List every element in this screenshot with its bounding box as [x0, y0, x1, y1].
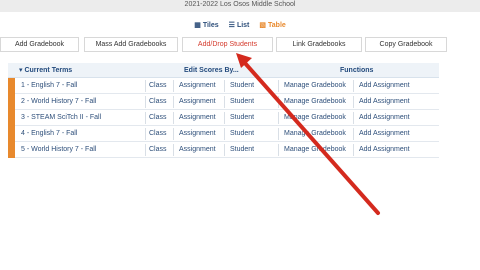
- divider: [224, 96, 225, 108]
- table-row: 5 - World History 7 - Fall Class Assignm…: [8, 142, 439, 158]
- row-status-stripe: [8, 94, 15, 110]
- view-toggle: ▦ Tiles ☰ List ▧ Table: [0, 19, 480, 31]
- divider: [145, 80, 146, 92]
- edit-by-student-link[interactable]: Student: [230, 94, 254, 110]
- table-icon: ▧: [259, 22, 267, 29]
- current-terms-header[interactable]: ▾ Current Terms: [19, 63, 72, 78]
- edit-by-student-link[interactable]: Student: [230, 142, 254, 158]
- row-status-stripe: [8, 142, 15, 158]
- edit-by-class-link[interactable]: Class: [149, 78, 167, 94]
- divider: [173, 128, 174, 140]
- divider: [353, 96, 354, 108]
- divider: [145, 96, 146, 108]
- mass-add-gradebooks-button[interactable]: Mass Add Gradebooks: [84, 37, 178, 52]
- edit-by-assignment-link[interactable]: Assignment: [179, 94, 216, 110]
- manage-gradebook-link[interactable]: Manage Gradebook: [284, 94, 346, 110]
- term-link[interactable]: 3 - STEAM SciTch II - Fall: [21, 110, 101, 126]
- divider: [353, 80, 354, 92]
- school-title: 2021-2022 Los Osos Middle School: [184, 1, 296, 8]
- divider: [173, 144, 174, 156]
- add-assignment-link[interactable]: Add Assignment: [359, 78, 410, 94]
- row-status-stripe: [8, 126, 15, 142]
- edit-by-assignment-link[interactable]: Assignment: [179, 126, 216, 142]
- term-link[interactable]: 1 - English 7 - Fall: [21, 78, 77, 94]
- edit-by-class-link[interactable]: Class: [149, 110, 167, 126]
- current-terms-label: Current Terms: [24, 67, 73, 74]
- edit-by-student-link[interactable]: Student: [230, 110, 254, 126]
- view-tiles-label: Tiles: [202, 21, 219, 29]
- functions-header: Functions: [340, 67, 374, 74]
- table-header: ▾ Current Terms Edit Scores By... Functi…: [8, 63, 439, 78]
- row-status-stripe: [8, 78, 15, 94]
- add-assignment-link[interactable]: Add Assignment: [359, 94, 410, 110]
- manage-gradebook-link[interactable]: Manage Gradebook: [284, 110, 346, 126]
- divider: [278, 144, 279, 156]
- list-icon: ☰: [228, 22, 235, 29]
- divider: [145, 144, 146, 156]
- divider: [278, 112, 279, 124]
- term-link[interactable]: 2 - World History 7 - Fall: [21, 94, 96, 110]
- divider: [145, 112, 146, 124]
- manage-gradebook-link[interactable]: Manage Gradebook: [284, 78, 346, 94]
- gradebook-table: ▾ Current Terms Edit Scores By... Functi…: [8, 63, 439, 158]
- edit-scores-header: Edit Scores By...: [184, 67, 239, 74]
- grid-icon: ▦: [194, 22, 201, 29]
- view-list-toggle[interactable]: ☰ List: [229, 19, 250, 31]
- manage-gradebook-link[interactable]: Manage Gradebook: [284, 126, 346, 142]
- add-gradebook-button[interactable]: Add Gradebook: [0, 37, 79, 52]
- edit-by-class-link[interactable]: Class: [149, 142, 167, 158]
- edit-by-class-link[interactable]: Class: [149, 94, 167, 110]
- divider: [224, 128, 225, 140]
- add-assignment-link[interactable]: Add Assignment: [359, 110, 410, 126]
- divider: [224, 144, 225, 156]
- table-row: 2 - World History 7 - Fall Class Assignm…: [8, 94, 439, 110]
- view-table-toggle[interactable]: ▧ Table: [259, 19, 285, 31]
- divider: [353, 112, 354, 124]
- divider: [145, 128, 146, 140]
- edit-by-assignment-link[interactable]: Assignment: [179, 78, 216, 94]
- link-gradebooks-button[interactable]: Link Gradebooks: [276, 37, 362, 52]
- divider: [353, 144, 354, 156]
- divider: [353, 128, 354, 140]
- term-link[interactable]: 4 - English 7 - Fall: [21, 126, 77, 142]
- edit-by-student-link[interactable]: Student: [230, 126, 254, 142]
- divider: [278, 96, 279, 108]
- copy-gradebook-button[interactable]: Copy Gradebook: [365, 37, 447, 52]
- sort-down-icon: ▾: [19, 67, 23, 74]
- add-assignment-link[interactable]: Add Assignment: [359, 126, 410, 142]
- view-list-label: List: [236, 21, 250, 29]
- edit-by-assignment-link[interactable]: Assignment: [179, 142, 216, 158]
- edit-by-student-link[interactable]: Student: [230, 78, 254, 94]
- table-row: 1 - English 7 - Fall Class Assignment St…: [8, 78, 439, 94]
- term-link[interactable]: 5 - World History 7 - Fall: [21, 142, 96, 158]
- divider: [224, 112, 225, 124]
- row-status-stripe: [8, 110, 15, 126]
- divider: [173, 112, 174, 124]
- divider: [173, 96, 174, 108]
- manage-gradebook-link[interactable]: Manage Gradebook: [284, 142, 346, 158]
- divider: [173, 80, 174, 92]
- divider: [224, 80, 225, 92]
- divider: [278, 128, 279, 140]
- table-row: 4 - English 7 - Fall Class Assignment St…: [8, 126, 439, 142]
- add-drop-students-button[interactable]: Add/Drop Students: [182, 37, 273, 52]
- divider: [278, 80, 279, 92]
- edit-by-class-link[interactable]: Class: [149, 126, 167, 142]
- table-row: 3 - STEAM SciTch II - Fall Class Assignm…: [8, 110, 439, 126]
- add-assignment-link[interactable]: Add Assignment: [359, 142, 410, 158]
- gradebook-toolbar: Add Gradebook Mass Add Gradebooks Add/Dr…: [0, 37, 480, 52]
- view-table-label: Table: [268, 21, 286, 29]
- edit-by-assignment-link[interactable]: Assignment: [179, 110, 216, 126]
- view-tiles-toggle[interactable]: ▦ Tiles: [194, 19, 218, 31]
